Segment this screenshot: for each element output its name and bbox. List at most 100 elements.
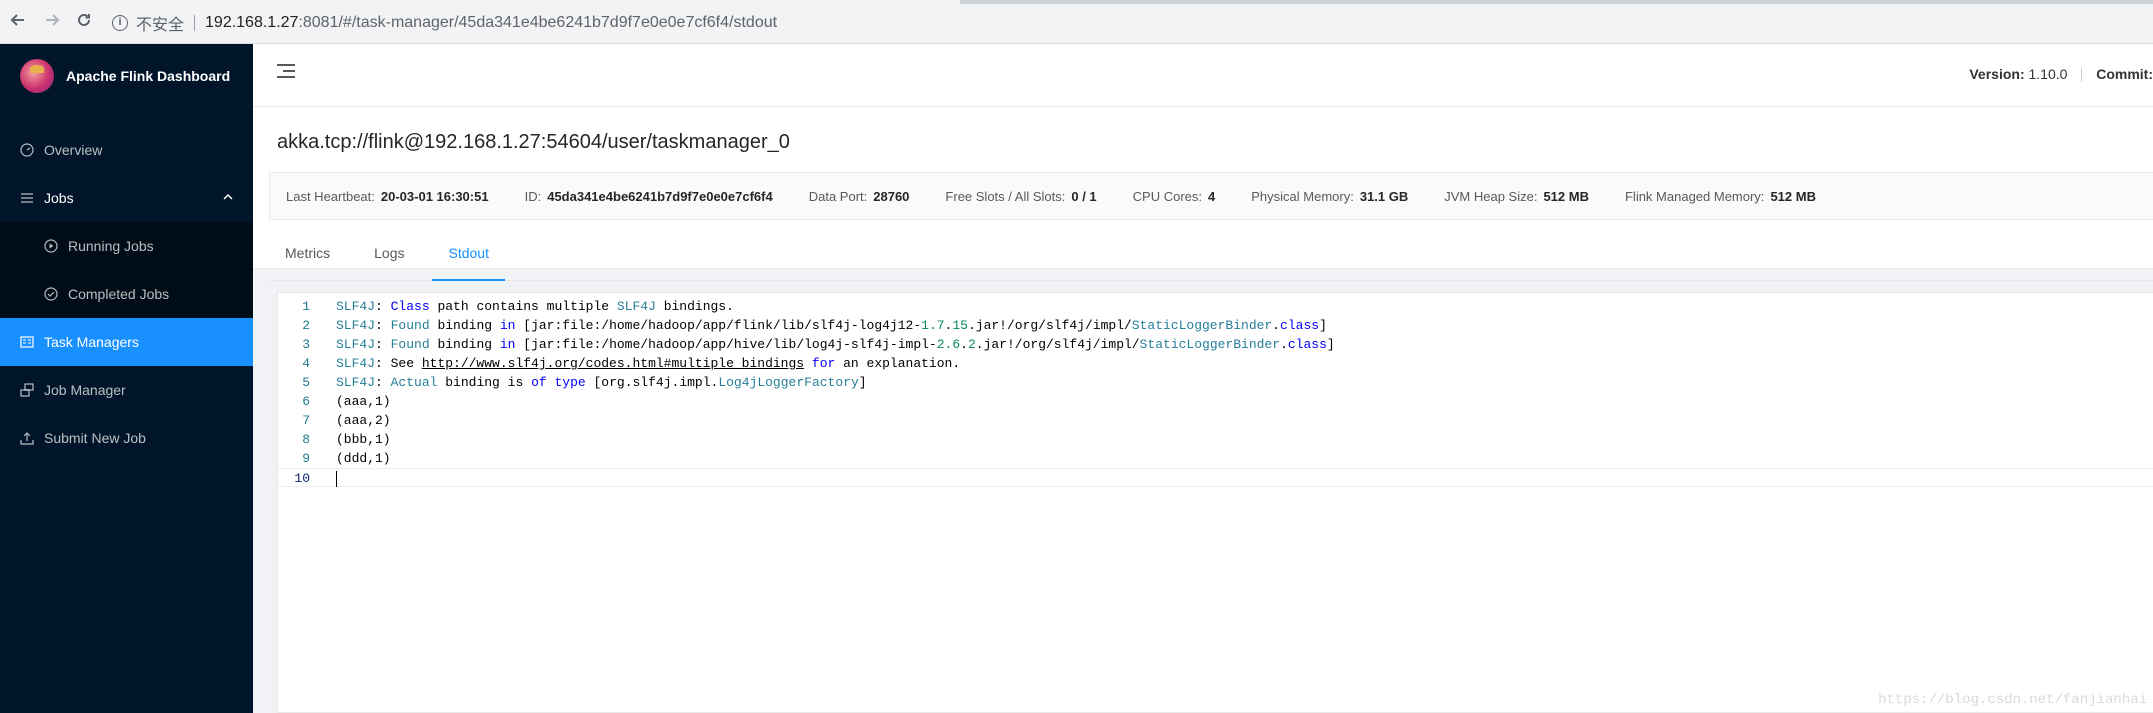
version-value: 1.10.0 [2028, 66, 2068, 82]
sidebar-item-label: Jobs [44, 190, 74, 206]
dashboard-icon [20, 143, 34, 157]
code-line: 5 SLF4J: Actual binding is of type [org.s… [278, 373, 2153, 392]
detail-value: 512 MB [1770, 188, 1816, 204]
page-title: akka.tcp://flink@192.168.1.27:54604/user… [277, 131, 790, 153]
list-icon [20, 191, 34, 205]
sidebar-item-label: Completed Jobs [68, 286, 170, 302]
line-text [336, 469, 337, 487]
detail-cpu-cores: CPU Cores: 4 [1133, 189, 1216, 204]
info-icon[interactable]: i [112, 15, 128, 31]
url-host: 192.168.1.27 [205, 14, 299, 31]
code-line: 9 (ddd,1) [278, 449, 2153, 468]
taskmanager-tabs: Metrics Logs Stdout [269, 235, 2153, 281]
line-number: 2 [302, 318, 310, 333]
line-text: (bbb,1) [336, 432, 391, 447]
tab-logs[interactable]: Logs [358, 235, 420, 281]
forward-button[interactable] [42, 12, 62, 32]
detail-value: 512 MB [1543, 188, 1589, 204]
detail-label: ID: [524, 188, 542, 204]
detail-value: 20-03-01 16:30:51 [380, 188, 489, 204]
detail-value: 28760 [873, 188, 910, 204]
main-content: akka.tcp://flink@192.168.1.27:54604/user… [253, 107, 2153, 713]
line-text: SLF4J: Found binding in [jar:file:/home/… [336, 318, 1327, 333]
line-number: 1 [302, 299, 310, 314]
menu-fold-icon[interactable] [277, 64, 295, 80]
detail-value: 0 / 1 [1071, 188, 1097, 204]
browser-toolbar: i 不安全 192.168.1.27:8081/#/task-manager/4… [0, 0, 2153, 44]
stdout-editor[interactable]: 1 SLF4J: Class path contains multiple SLF… [277, 292, 2153, 713]
detail-label: Last Heartbeat: [286, 188, 375, 204]
line-text: (ddd,1) [336, 451, 391, 466]
sidebar-item-job-manager[interactable]: Job Manager [0, 366, 253, 414]
arrow-right-icon [46, 14, 60, 26]
detail-value: 45da341e4be6241b7d9f7e0e0e7cf6f4 [547, 188, 773, 204]
sidebar-item-completed-jobs[interactable]: Completed Jobs [0, 270, 253, 318]
line-number: 10 [294, 471, 310, 486]
code-line: 4 SLF4J: See http://www.slf4j.org/codes.h… [278, 354, 2153, 373]
sidebar-item-label: Running Jobs [68, 238, 154, 254]
top-header: Version: 1.10.0 Commit: [253, 44, 2153, 107]
flink-logo-icon [20, 59, 54, 93]
sidebar-item-label: Submit New Job [44, 430, 146, 446]
sidebar-item-task-managers[interactable]: Task Managers [0, 318, 253, 366]
code-line: 7 (aaa,2) [278, 411, 2153, 430]
line-text: (aaa,1) [336, 394, 391, 409]
sidebar-item-running-jobs[interactable]: Running Jobs [0, 222, 253, 270]
detail-last-heartbeat: Last Heartbeat: 20-03-01 16:30:51 [286, 189, 489, 204]
cluster-icon [20, 383, 34, 397]
detail-value: 31.1 GB [1359, 188, 1409, 204]
app-title: Apache Flink Dashboard [66, 68, 231, 84]
commit-label: Commit: [2096, 66, 2153, 82]
line-number: 5 [302, 375, 310, 390]
version-label: Version: [1969, 66, 2025, 82]
jobs-submenu: Running Jobs Completed Jobs [0, 222, 253, 318]
browser-tab-strip [960, 0, 2153, 4]
line-text: (aaa,2) [336, 413, 391, 428]
line-text: SLF4J: Class path contains multiple SLF4… [336, 299, 734, 314]
line-number: 3 [302, 337, 310, 352]
code-line-current: 10 [278, 468, 2153, 487]
sidebar-item-label: Job Manager [44, 382, 126, 398]
sidebar-item-label: Task Managers [44, 334, 139, 350]
arrow-left-icon [10, 14, 24, 26]
code-line: 8 (bbb,1) [278, 430, 2153, 449]
line-number: 9 [302, 451, 310, 466]
logo[interactable]: Apache Flink Dashboard [0, 44, 253, 108]
version-separator [2081, 68, 2083, 83]
taskmanager-header: akka.tcp://flink@192.168.1.27:54604/user… [253, 107, 2153, 281]
detail-value: 4 [1208, 188, 1216, 204]
detail-label: Flink Managed Memory: [1624, 188, 1765, 204]
address-bar[interactable]: i 不安全 192.168.1.27:8081/#/task-manager/4… [112, 11, 2153, 35]
line-number: 6 [302, 394, 310, 409]
address-separator [194, 15, 196, 31]
back-button[interactable] [8, 12, 28, 32]
taskmanager-details: Last Heartbeat: 20-03-01 16:30:51 ID: 45da… [269, 172, 2153, 220]
sidebar: Apache Flink Dashboard Overview Jobs Run… [0, 44, 253, 713]
sidebar-item-jobs[interactable]: Jobs [0, 174, 253, 222]
detail-id: ID: 45da341e4be6241b7d9f7e0e0e7cf6f4 [525, 189, 773, 204]
detail-label: Free Slots / All Slots: [945, 188, 1066, 204]
code-line: 6 (aaa,1) [278, 392, 2153, 411]
detail-label: Data Port: [808, 188, 868, 204]
detail-label: Physical Memory: [1251, 188, 1354, 204]
sidebar-item-overview[interactable]: Overview [0, 126, 253, 174]
line-text: SLF4J: Found binding in [jar:file:/home/… [336, 337, 1335, 352]
detail-physical-memory: Physical Memory: 31.1 GB [1251, 189, 1408, 204]
tab-stdout[interactable]: Stdout [432, 235, 505, 281]
url-path: :8081/#/task-manager/45da341e4be6241b7d9… [298, 14, 778, 31]
reload-button[interactable] [74, 12, 94, 32]
sidebar-menu: Overview Jobs Running Jobs Completed Job… [0, 126, 253, 462]
line-text: SLF4J: Actual binding is of type [org.sl… [336, 375, 867, 390]
detail-label: CPU Cores: [1132, 188, 1203, 204]
chevron-up-icon [223, 191, 233, 205]
detail-managed-memory: Flink Managed Memory: 512 MB [1625, 189, 1816, 204]
check-circle-icon [44, 287, 58, 301]
detail-slots: Free Slots / All Slots: 0 / 1 [945, 189, 1096, 204]
detail-label: JVM Heap Size: [1444, 188, 1538, 204]
sidebar-item-submit-new-job[interactable]: Submit New Job [0, 414, 253, 462]
watermark: https://blog.csdn.net/fanjianhai [1878, 692, 2147, 708]
code-line: 3 SLF4J: Found binding in [jar:file:/home… [278, 335, 2153, 354]
line-number: 4 [302, 356, 310, 371]
code-line: 2 SLF4J: Found binding in [jar:file:/home… [278, 316, 2153, 335]
tab-metrics[interactable]: Metrics [269, 235, 346, 281]
